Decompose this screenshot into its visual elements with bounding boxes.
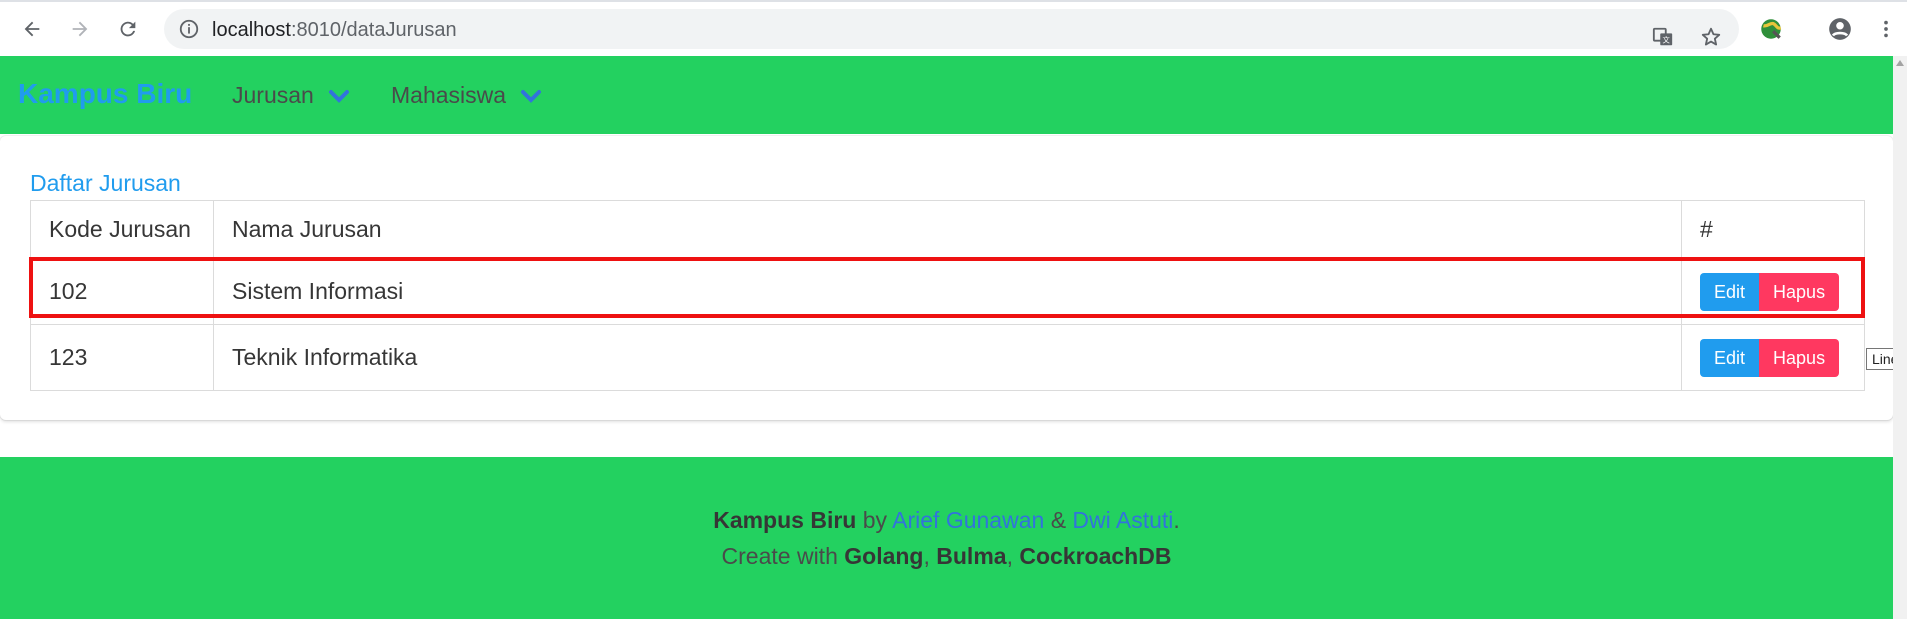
translate-icon: 文: [1652, 27, 1673, 46]
content-panel: Daftar Jurusan Kode Jurusan Nama Jurusan…: [0, 136, 1893, 420]
nav-menu-label: Jurusan: [232, 82, 314, 108]
delete-button[interactable]: Hapus: [1759, 338, 1840, 377]
arrow-right-icon: [72, 21, 88, 37]
column-header-actions: #: [1681, 200, 1865, 259]
chevron-down-icon: [521, 89, 542, 103]
star-icon: [1701, 27, 1721, 46]
cell-actions: Edit Hapus: [1681, 258, 1865, 325]
tech-cockroachdb: CockroachDB: [1019, 543, 1172, 569]
panel-title: Daftar Jurusan: [30, 170, 181, 196]
arrow-left-icon: [24, 21, 40, 37]
footer-period: .: [1173, 507, 1180, 533]
info-icon[interactable]: [178, 18, 200, 40]
nav-menu-jurusan[interactable]: Jurusan: [232, 82, 350, 109]
url-host: localhost: [212, 19, 291, 41]
reload-button[interactable]: [110, 12, 146, 46]
nav-menu-mahasiswa[interactable]: Mahasiswa: [391, 82, 542, 109]
cell-actions: Edit Hapus: [1681, 324, 1865, 391]
cell-nama: Sistem Informasi: [213, 258, 1682, 325]
more-vertical-icon: [1884, 20, 1888, 38]
back-button[interactable]: [14, 12, 50, 46]
translate-button[interactable]: 文: [1645, 17, 1681, 57]
extension-button[interactable]: [1753, 12, 1789, 46]
tech-golang: Golang: [844, 543, 924, 569]
jurusan-table: Kode Jurusan Nama Jurusan # 102 Sistem I…: [30, 200, 1865, 391]
navbar-brand[interactable]: Kampus Biru: [18, 78, 192, 110]
account-circle-icon: [1829, 18, 1851, 40]
table-header-row: Kode Jurusan Nama Jurusan #: [30, 200, 1865, 259]
footer: Kampus Biru by Arief Gunawan & Dwi Astut…: [0, 457, 1893, 619]
footer-by: by: [862, 507, 888, 533]
browser-toolbar: localhost:8010/dataJurusan 文: [0, 0, 1907, 57]
footer-tech: Create with Golang, Bulma, CockroachDB: [0, 543, 1893, 570]
footer-brand: Kampus Biru: [713, 507, 857, 533]
footer-credits: Kampus Biru by Arief Gunawan & Dwi Astut…: [0, 507, 1893, 534]
cell-kode: 123: [30, 324, 214, 391]
svg-text:文: 文: [1663, 36, 1671, 45]
chevron-down-icon: [328, 89, 349, 103]
navbar: Kampus Biru Jurusan Mahasiswa: [0, 56, 1893, 134]
tech-bulma: Bulma: [936, 543, 1007, 569]
bookmark-button[interactable]: [1693, 17, 1729, 57]
extension-globe-icon: [1761, 19, 1782, 39]
cell-nama: Teknik Informatika: [213, 324, 1682, 391]
edit-button[interactable]: Edit: [1700, 338, 1760, 377]
nav-menu-label: Mahasiswa: [391, 82, 507, 108]
table-row: 102 Sistem Informasi Edit Hapus: [30, 258, 1865, 325]
page-scrollbar[interactable]: [1893, 56, 1907, 619]
tab-strip-edge: [0, 0, 1907, 2]
delete-button[interactable]: Hapus: [1759, 272, 1840, 311]
author-link-dwi[interactable]: Dwi Astuti: [1072, 507, 1173, 533]
author-link-arief[interactable]: Arief Gunawan: [892, 507, 1044, 533]
edit-button[interactable]: Edit: [1700, 272, 1760, 311]
browser-menu-button[interactable]: [1868, 12, 1904, 46]
footer-amp: &: [1050, 507, 1067, 533]
reload-icon: [120, 21, 136, 37]
forward-button[interactable]: [62, 12, 98, 46]
footer-comma: ,: [923, 543, 930, 569]
url-text[interactable]: localhost:8010/dataJurusan: [212, 19, 457, 41]
scroll-up-arrow-icon[interactable]: [1896, 60, 1904, 66]
column-header-kode: Kode Jurusan: [30, 200, 214, 259]
footer-comma: ,: [1006, 543, 1013, 569]
footer-create-with: Create with: [721, 543, 838, 569]
table-row: 123 Teknik Informatika Edit Hapus: [30, 324, 1865, 391]
url-path: :8010/dataJurusan: [290, 19, 457, 41]
column-header-nama: Nama Jurusan: [213, 200, 1682, 259]
cell-kode: 102: [30, 258, 214, 325]
profile-button[interactable]: [1822, 12, 1858, 46]
address-bar[interactable]: localhost:8010/dataJurusan 文: [164, 9, 1739, 49]
